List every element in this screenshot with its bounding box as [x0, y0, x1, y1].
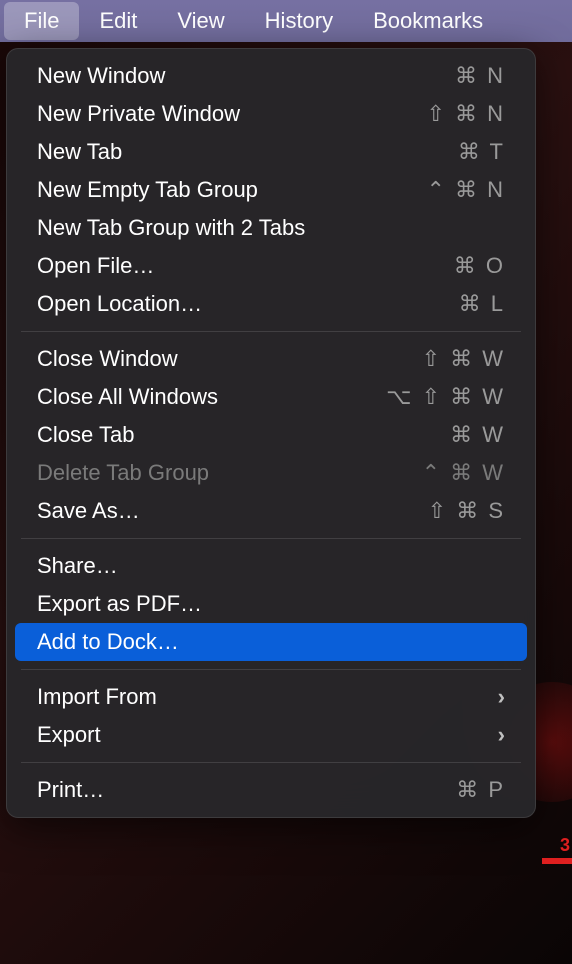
- menubar-item-file[interactable]: File: [4, 2, 79, 40]
- menu-item-new-private-window[interactable]: New Private Window ⇧ ⌘ N: [15, 95, 527, 133]
- menu-item-shortcut: ⌥ ⇧ ⌘ W: [386, 384, 505, 410]
- menu-item-import-from[interactable]: Import From ›: [15, 678, 527, 716]
- menubar-item-bookmarks[interactable]: Bookmarks: [353, 2, 503, 40]
- menu-item-export[interactable]: Export ›: [15, 716, 527, 754]
- menu-item-label: New Private Window: [37, 101, 240, 127]
- menu-item-shortcut: ⌃ ⌘ N: [426, 177, 505, 203]
- menubar-item-history[interactable]: History: [245, 2, 353, 40]
- menu-item-shortcut: ⌘ L: [459, 291, 505, 317]
- menu-item-label: Print…: [37, 777, 104, 803]
- menu-item-new-window[interactable]: New Window ⌘ N: [15, 57, 527, 95]
- menu-item-new-tab-group-with-2-tabs[interactable]: New Tab Group with 2 Tabs: [15, 209, 527, 247]
- menu-item-delete-tab-group: Delete Tab Group ⌃ ⌘ W: [15, 454, 527, 492]
- menu-item-shortcut: ⌘ W: [450, 422, 505, 448]
- chevron-right-icon: ›: [498, 722, 505, 748]
- menu-item-label: Import From: [37, 684, 157, 710]
- menu-item-label: New Tab Group with 2 Tabs: [37, 215, 305, 241]
- menu-item-close-all-windows[interactable]: Close All Windows ⌥ ⇧ ⌘ W: [15, 378, 527, 416]
- menu-item-open-location[interactable]: Open Location… ⌘ L: [15, 285, 527, 323]
- menu-divider: [21, 762, 521, 763]
- menu-item-shortcut: ⌘ P: [456, 777, 505, 803]
- menu-item-label: Close Tab: [37, 422, 134, 448]
- background-red-text: 3: [560, 835, 570, 856]
- menu-divider: [21, 669, 521, 670]
- menu-item-open-file[interactable]: Open File… ⌘ O: [15, 247, 527, 285]
- menubar-item-view[interactable]: View: [157, 2, 244, 40]
- menu-item-label: New Tab: [37, 139, 122, 165]
- menubar-item-edit[interactable]: Edit: [79, 2, 157, 40]
- menu-divider: [21, 331, 521, 332]
- menu-item-print[interactable]: Print… ⌘ P: [15, 771, 527, 809]
- menu-item-shortcut: ⇧ ⌘ W: [422, 346, 505, 372]
- menu-item-label: Open File…: [37, 253, 154, 279]
- menu-item-label: New Window: [37, 63, 165, 89]
- menu-item-label: Delete Tab Group: [37, 460, 209, 486]
- menu-item-label: Export as PDF…: [37, 591, 202, 617]
- menu-divider: [21, 538, 521, 539]
- menu-item-new-tab[interactable]: New Tab ⌘ T: [15, 133, 527, 171]
- menu-item-shortcut: ⌃ ⌘ W: [422, 460, 505, 486]
- menubar: FileEditViewHistoryBookmarks: [0, 0, 572, 42]
- background-red-bar: [542, 858, 572, 864]
- menu-item-export-as-pdf[interactable]: Export as PDF…: [15, 585, 527, 623]
- menu-item-share[interactable]: Share…: [15, 547, 527, 585]
- menu-item-shortcut: ⌘ T: [458, 139, 505, 165]
- menu-item-label: Share…: [37, 553, 118, 579]
- menu-item-save-as[interactable]: Save As… ⇧ ⌘ S: [15, 492, 527, 530]
- chevron-right-icon: ›: [498, 684, 505, 710]
- menu-item-close-window[interactable]: Close Window ⇧ ⌘ W: [15, 340, 527, 378]
- menu-item-shortcut: ⌘ O: [454, 253, 505, 279]
- menu-item-label: Add to Dock…: [37, 629, 179, 655]
- menu-item-close-tab[interactable]: Close Tab ⌘ W: [15, 416, 527, 454]
- menu-item-label: Open Location…: [37, 291, 202, 317]
- file-dropdown-menu: New Window⌘ NNew Private Window⇧ ⌘ NNew …: [6, 48, 536, 818]
- menu-item-shortcut: ⇧ ⌘ N: [426, 101, 505, 127]
- menu-item-shortcut: ⇧ ⌘ S: [428, 498, 505, 524]
- menu-item-label: Save As…: [37, 498, 140, 524]
- menu-item-label: Export: [37, 722, 101, 748]
- menu-item-new-empty-tab-group[interactable]: New Empty Tab Group ⌃ ⌘ N: [15, 171, 527, 209]
- menu-item-shortcut: ⌘ N: [455, 63, 505, 89]
- menu-item-label: New Empty Tab Group: [37, 177, 258, 203]
- menu-item-label: Close Window: [37, 346, 178, 372]
- menu-item-add-to-dock[interactable]: Add to Dock…: [15, 623, 527, 661]
- menu-item-label: Close All Windows: [37, 384, 218, 410]
